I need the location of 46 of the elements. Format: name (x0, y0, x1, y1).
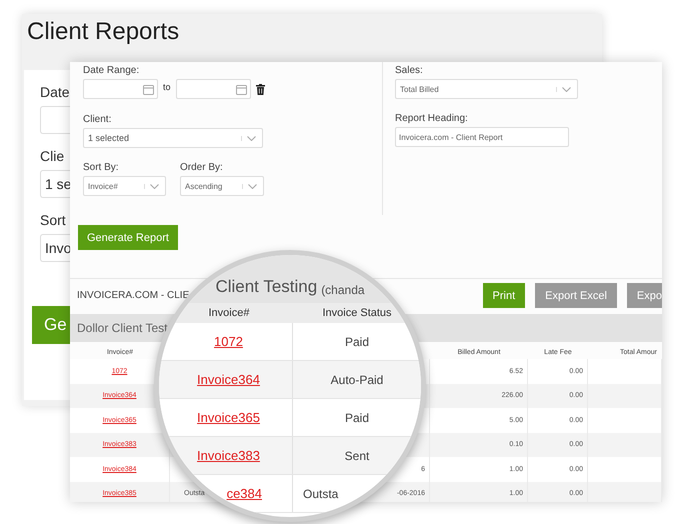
invoice-link[interactable]: Invoice383 (197, 448, 260, 463)
report-button[interactable]: Print (482, 283, 526, 308)
to-label: to (163, 82, 171, 92)
generate-button[interactable]: Ge (32, 306, 70, 344)
page-title: Client Reports (27, 18, 180, 47)
invoice-status: Auto-Paid (330, 372, 384, 386)
date-field[interactable] (83, 79, 158, 99)
invoice-status: Paid (344, 410, 370, 424)
invoice-status: Paid (344, 334, 370, 348)
invoice-status: Sent (344, 448, 370, 462)
field-label: Report Heading: (395, 113, 468, 124)
chevron-icon (556, 86, 571, 92)
field-label: Order By: (180, 162, 223, 173)
order-select[interactable]: Ascending (180, 176, 264, 196)
report-subtitle: (chanda (321, 283, 365, 297)
calendar-icon (236, 84, 247, 94)
trash-icon[interactable] (256, 84, 265, 94)
report-button[interactable]: Export Excel (535, 283, 617, 308)
sort-select[interactable]: Invoice# (83, 176, 166, 196)
column-header: Invoice# (208, 307, 250, 319)
chevron-icon (242, 184, 257, 188)
field-label: Clie (40, 148, 64, 164)
report-button[interactable]: Expo (626, 283, 662, 308)
generate-report-button[interactable]: Generate Report (78, 225, 178, 250)
chevron-icon (241, 136, 256, 140)
field-label: Sort By: (83, 162, 119, 173)
report-heading: INVOICERA.COM - CLIE (76, 290, 190, 301)
invoice-status: Outsta (303, 486, 338, 500)
heading-field[interactable]: Invoicera.com - Client Report (395, 127, 569, 147)
field-label: Sales: (395, 65, 423, 76)
field-label: Date Range: (83, 65, 140, 76)
invoice-link[interactable]: Invoice365 (197, 410, 260, 425)
invoice-link[interactable]: Invoice364 (197, 372, 260, 387)
date-field[interactable] (176, 79, 251, 99)
sales-select[interactable]: Total Billed (395, 79, 578, 99)
client-select[interactable]: 1 selected (83, 128, 263, 148)
invoice-link[interactable]: 1072 (214, 334, 243, 349)
field-label: Client: (83, 114, 112, 125)
column-header: Invoice Status (321, 307, 393, 319)
calendar-icon (143, 84, 154, 94)
field-label: Date (40, 84, 70, 100)
invoice-link[interactable]: ce384 (226, 486, 262, 501)
chevron-icon (144, 184, 159, 188)
field-label: Sort (40, 212, 66, 228)
report-title: Client Testing (215, 277, 318, 297)
group-title: Dollor Client Test (77, 321, 168, 335)
